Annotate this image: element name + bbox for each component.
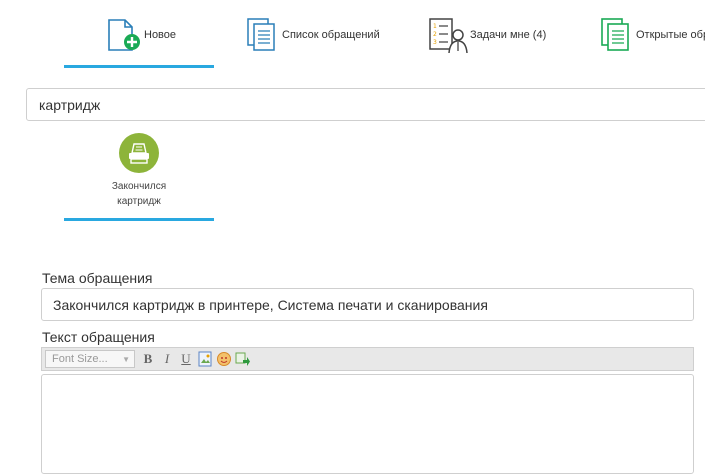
insert-image-button[interactable] bbox=[197, 351, 213, 367]
document-list-icon bbox=[246, 17, 278, 53]
tab-requests-list-label: Список обращений bbox=[282, 29, 380, 41]
subject-value: Закончился картридж в принтере, Система … bbox=[53, 296, 488, 313]
tab-new[interactable]: Новое bbox=[106, 0, 176, 70]
category-label-line2: картридж bbox=[117, 196, 161, 207]
top-tabs: Новое Список обращений 1 2 3 Задачи мне … bbox=[0, 0, 705, 72]
tasks-person-icon: 1 2 3 bbox=[428, 15, 468, 55]
svg-text:1: 1 bbox=[433, 23, 437, 30]
tab-open-requests[interactable]: Открытые обр bbox=[600, 0, 705, 70]
insert-arrow-icon bbox=[235, 352, 250, 366]
font-size-placeholder: Font Size... bbox=[52, 353, 108, 365]
category-tile-cartridge[interactable]: Закончился картридж bbox=[64, 133, 214, 209]
subject-field[interactable]: Закончился картридж в принтере, Система … bbox=[41, 288, 694, 321]
body-editor[interactable] bbox=[41, 374, 694, 474]
printer-icon bbox=[119, 133, 159, 173]
tab-requests-list[interactable]: Список обращений bbox=[246, 0, 380, 70]
category-label-line1: Закончился bbox=[111, 181, 167, 192]
tab-new-label: Новое bbox=[144, 29, 177, 41]
smiley-icon bbox=[217, 352, 231, 366]
category-label: Закончился картридж bbox=[64, 179, 214, 209]
search-input[interactable] bbox=[26, 88, 705, 121]
category-selected-indicator bbox=[64, 218, 214, 221]
chevron-down-icon: ▼ bbox=[122, 355, 130, 364]
body-label: Текст обращения bbox=[42, 329, 155, 345]
image-icon bbox=[198, 351, 212, 367]
bold-button[interactable]: B bbox=[140, 351, 156, 367]
svg-text:3: 3 bbox=[433, 39, 437, 46]
tab-my-tasks[interactable]: 1 2 3 Задачи мне (4) bbox=[428, 0, 546, 70]
new-document-icon bbox=[106, 17, 142, 53]
insert-link-button[interactable] bbox=[235, 351, 251, 367]
tab-open-requests-label: Открытые обр bbox=[636, 29, 705, 41]
editor-toolbar: Font Size... ▼ B I U bbox=[41, 347, 694, 371]
underline-button[interactable]: U bbox=[178, 351, 194, 367]
svg-text:2: 2 bbox=[433, 31, 437, 38]
open-documents-icon bbox=[600, 17, 634, 53]
subject-label: Тема обращения bbox=[42, 270, 153, 286]
tab-my-tasks-label: Задачи мне (4) bbox=[470, 29, 547, 41]
active-tab-indicator bbox=[64, 65, 214, 68]
font-size-select[interactable]: Font Size... ▼ bbox=[45, 350, 135, 368]
italic-button[interactable]: I bbox=[159, 351, 175, 367]
insert-emoticon-button[interactable] bbox=[216, 351, 232, 367]
